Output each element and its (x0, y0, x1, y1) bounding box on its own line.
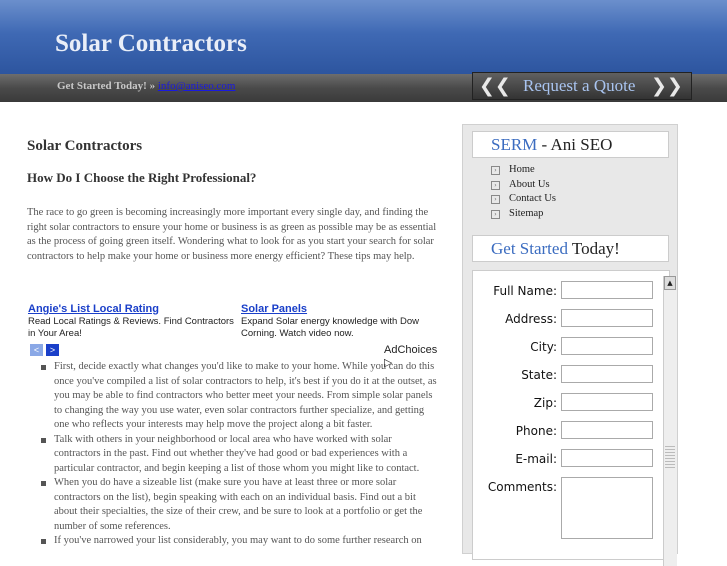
form-row: Comments: (473, 477, 663, 539)
ad-item: Solar Panels Expand Solar energy knowled… (241, 303, 431, 340)
site-header: Solar Contractors (0, 0, 727, 74)
state-label: State: (521, 368, 557, 382)
sidebar-item-label: Contact Us (509, 193, 556, 204)
form-scrollbar[interactable]: ▲ (663, 276, 677, 566)
phone-field[interactable] (561, 421, 653, 439)
arrow-right-icon: › (491, 195, 500, 204)
page-title: Solar Contractors (27, 138, 143, 154)
arrow-right-icon: › (491, 166, 500, 175)
get-started-heading: Get Started Today! (472, 235, 669, 262)
address-field[interactable] (561, 309, 653, 327)
serm-heading: SERM - Ani SEO (472, 131, 669, 158)
get-started-highlight: Get Started (491, 239, 568, 258)
zip-field[interactable] (561, 393, 653, 411)
chevron-left-icon: ❮❮ (479, 75, 511, 97)
ad-link-solar-panels[interactable]: Solar Panels (241, 303, 431, 315)
form-row: Phone: (473, 421, 663, 443)
arrow-right-icon: › (491, 180, 500, 190)
sidebar-nav: › Home › About Us › Contact Us › Sitemap (491, 163, 556, 221)
arrow-right-icon: › (491, 209, 500, 219)
ad-item: Angie's List Local Rating Read Local Rat… (28, 303, 236, 340)
form-row: E-mail: (473, 449, 663, 471)
ad-text: Expand Solar energy knowledge with Dow C… (241, 316, 419, 339)
list-item: If you've narrowed your list considerabl… (40, 534, 440, 549)
form-row: City: (473, 337, 663, 359)
city-label: City: (530, 340, 557, 354)
page-subtitle: How Do I Choose the Right Professional? (27, 170, 257, 185)
list-item: First, decide exactly what changes you'd… (40, 360, 440, 433)
serm-highlight: SERM (491, 135, 538, 154)
ad-link-angies-list[interactable]: Angie's List Local Rating (28, 303, 236, 315)
intro-paragraph: The race to go green is becoming increas… (27, 207, 437, 262)
tips-list: First, decide exactly what changes you'd… (40, 360, 440, 549)
chevron-right-icon: ❯❯ (651, 75, 683, 97)
email-label: E-mail: (515, 452, 557, 466)
serm-rest: - Ani SEO (537, 135, 613, 154)
full-name-field[interactable] (561, 281, 653, 299)
ad-prev-button[interactable]: < (30, 344, 43, 356)
ad-text: Read Local Ratings & Reviews. Find Contr… (28, 316, 234, 339)
full-name-label: Full Name: (493, 284, 557, 298)
request-quote-label: Request a Quote (523, 76, 636, 95)
sidebar: SERM - Ani SEO › Home › About Us › Contact … (462, 124, 678, 566)
phone-label: Phone: (515, 424, 557, 438)
zip-label: Zip: (533, 396, 557, 410)
comments-field[interactable] (561, 477, 653, 539)
email-field[interactable] (561, 449, 653, 467)
state-field[interactable] (561, 365, 653, 383)
sidebar-item-label: Home (509, 164, 535, 175)
sidebar-item-home[interactable]: › Home (491, 163, 556, 178)
list-item: When you do have a sizeable list (make s… (40, 476, 440, 534)
request-quote-button[interactable]: ❮❮ Request a Quote ❯❯ (472, 72, 692, 100)
sidebar-item-contact-us[interactable]: › Contact Us (491, 192, 556, 207)
site-title[interactable]: Solar Contractors (55, 30, 247, 58)
scroll-up-icon[interactable]: ▲ (664, 276, 676, 290)
scroll-grip[interactable] (665, 446, 675, 468)
sidebar-item-sitemap[interactable]: › Sitemap (491, 207, 556, 222)
ad-next-button[interactable]: > (46, 344, 59, 356)
form-row: Address: (473, 309, 663, 331)
get-started-label: Get Started Today! » (57, 80, 158, 92)
sidebar-item-label: Sitemap (509, 207, 544, 219)
get-started-text: Get Started Today! » info@aniseo.com (57, 80, 235, 92)
email-link[interactable]: info@aniseo.com (158, 80, 236, 92)
list-item: Talk with others in your neighborhood or… (40, 433, 440, 477)
sidebar-item-label: About Us (509, 178, 550, 190)
comments-label: Comments: (487, 480, 557, 494)
address-label: Address: (505, 312, 557, 326)
form-row: Full Name: (473, 281, 663, 303)
form-row: Zip: (473, 393, 663, 415)
form-row: State: (473, 365, 663, 387)
city-field[interactable] (561, 337, 653, 355)
sidebar-item-about-us[interactable]: › About Us (491, 178, 556, 193)
get-started-rest: Today! (567, 239, 620, 258)
quote-form: Full Name: Address: City: State: Zip: Ph… (472, 270, 677, 566)
